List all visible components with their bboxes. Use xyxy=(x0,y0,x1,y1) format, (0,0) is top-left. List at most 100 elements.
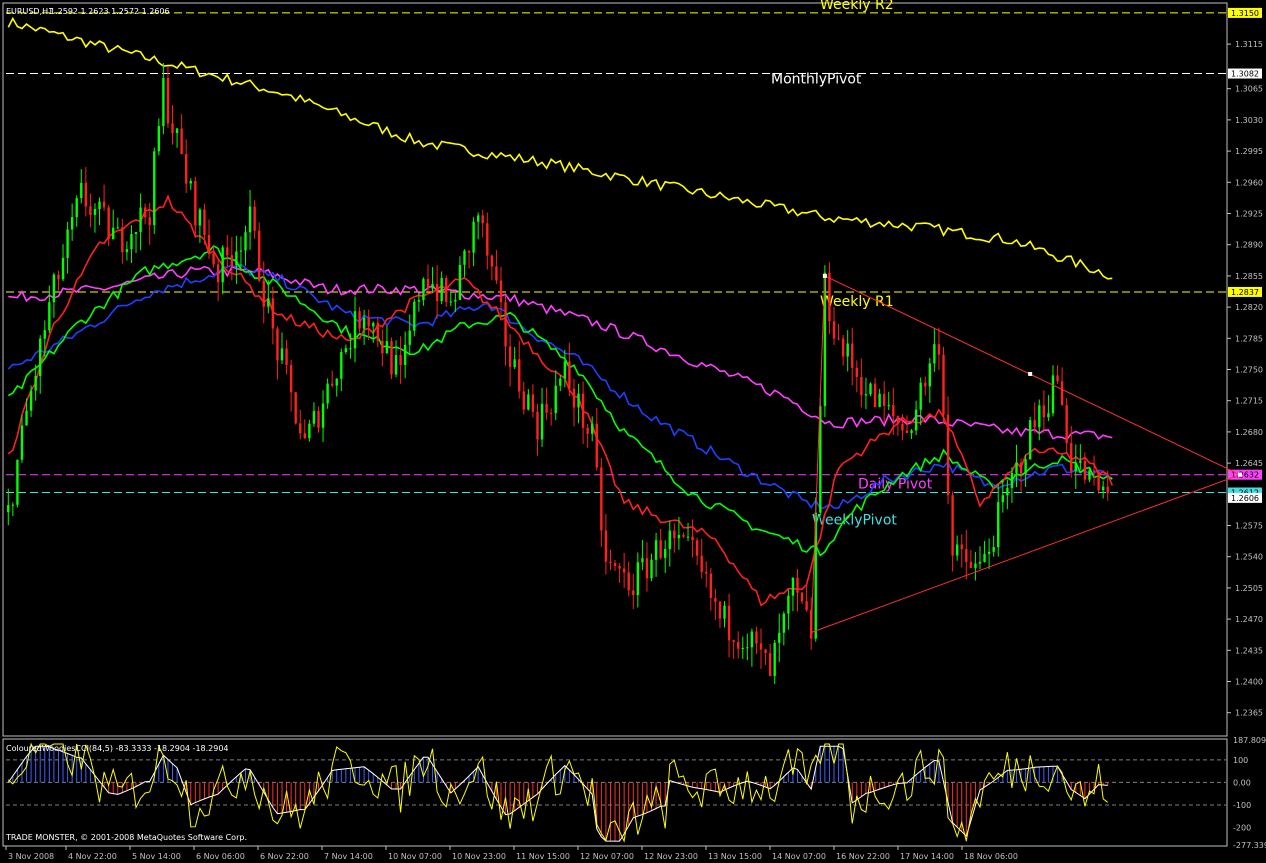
candle-body xyxy=(70,217,74,230)
candle-body xyxy=(449,301,452,303)
candle-body xyxy=(905,430,909,433)
candle-body xyxy=(910,430,913,433)
candle-body xyxy=(280,348,284,361)
candle-body xyxy=(759,643,763,650)
candle-body xyxy=(828,272,831,322)
candle-body xyxy=(732,640,735,642)
candle-body xyxy=(349,348,352,350)
candle-body xyxy=(673,530,676,539)
candle-body xyxy=(518,359,521,392)
candle-body xyxy=(221,247,224,283)
candle-body xyxy=(458,264,462,300)
time-tick-label: 13 Nov 15:00 xyxy=(708,852,762,861)
candle-body xyxy=(978,561,982,564)
candle-body xyxy=(175,128,179,134)
candle-body xyxy=(700,555,703,572)
candle-body xyxy=(253,206,256,231)
candle-body xyxy=(207,235,211,254)
candle-body xyxy=(568,361,571,389)
price-tick-label: 1.2715 xyxy=(1235,397,1263,406)
candle-body xyxy=(682,534,685,537)
candle-body xyxy=(1019,462,1023,474)
candle-body xyxy=(440,278,443,302)
candle-body xyxy=(755,631,758,644)
chart-header-ohlc: 1.2592 1.2623 1.2572 1.2606 xyxy=(50,7,170,16)
candle-body xyxy=(622,568,626,573)
candle-body xyxy=(216,264,220,283)
candle-body xyxy=(413,301,416,331)
price-tick-label: 1.3115 xyxy=(1235,40,1263,49)
candle-body xyxy=(581,393,585,428)
candle-body xyxy=(969,561,973,568)
price-tick-label: 1.2435 xyxy=(1235,646,1263,655)
candle-body xyxy=(84,182,88,207)
candle-body xyxy=(1088,470,1091,480)
candle-body xyxy=(677,534,681,539)
price-tick-label: 1.3030 xyxy=(1235,116,1263,125)
candle-body xyxy=(267,298,270,307)
candle-body xyxy=(239,250,243,252)
cci-tick-label: -277.3391 xyxy=(1233,841,1266,850)
candle-body xyxy=(1101,486,1105,491)
price-tick-label: 1.2505 xyxy=(1235,584,1263,593)
cci-tick-label: -200 xyxy=(1233,824,1251,833)
price-tick-label: 1.2365 xyxy=(1235,709,1263,718)
candle-body xyxy=(312,411,316,424)
candle-body xyxy=(796,577,799,593)
candle-body xyxy=(472,221,475,253)
price-tick-label: 1.2470 xyxy=(1235,615,1263,624)
candle-body xyxy=(860,377,863,396)
candle-body xyxy=(645,558,649,579)
cci-tick-label: 100 xyxy=(1233,756,1248,765)
candle-body xyxy=(75,198,78,218)
candle-body xyxy=(376,322,380,341)
candle-body xyxy=(1051,375,1055,414)
cci-tick-label: -100 xyxy=(1233,801,1251,810)
candle-body xyxy=(1038,405,1041,428)
level-price-label: 1.3082 xyxy=(1231,70,1259,79)
candle-body xyxy=(257,230,261,281)
candle-body xyxy=(549,412,553,414)
candle-body xyxy=(20,425,24,460)
candle-body xyxy=(983,553,986,562)
candle-body xyxy=(960,544,963,550)
candle-body xyxy=(80,182,83,199)
candle-body xyxy=(189,180,192,184)
candle-body xyxy=(235,251,238,266)
candle-body xyxy=(504,302,507,347)
level-name: Weekly R2 xyxy=(820,0,894,13)
candle-body xyxy=(1079,460,1082,463)
price-tick-label: 1.2645 xyxy=(1235,459,1263,468)
candle-body xyxy=(426,278,430,289)
candle-body xyxy=(499,280,503,303)
candle-body xyxy=(180,128,183,155)
candle-body xyxy=(102,201,106,208)
candle-body xyxy=(112,227,115,240)
price-tick-label: 1.2540 xyxy=(1235,553,1263,562)
candle-body xyxy=(226,247,229,256)
candle-body xyxy=(933,344,936,364)
candle-body xyxy=(66,229,69,258)
candle-body xyxy=(887,405,890,407)
candle-body xyxy=(399,355,402,365)
candle-body xyxy=(997,502,1000,548)
candle-body xyxy=(43,330,46,339)
candle-body xyxy=(153,151,156,226)
candle-body xyxy=(741,647,744,649)
candle-body xyxy=(1106,486,1109,494)
candle-body xyxy=(841,338,845,357)
candle-body xyxy=(495,266,498,281)
mt4-chart-window[interactable]: Weekly R2 1.3150 MonthlyPivot 1.3082 Weekly … xyxy=(0,0,1266,863)
time-tick-label: 16 Nov 22:00 xyxy=(836,852,890,861)
candle-body xyxy=(591,423,594,434)
candle-body xyxy=(490,255,494,267)
candle-body xyxy=(864,394,868,396)
candle-body xyxy=(750,631,754,648)
chart-header-symbol: EURUSD,H1 xyxy=(6,7,53,16)
candle-body xyxy=(527,394,530,410)
time-tick-label: 6 Nov 06:00 xyxy=(196,852,245,861)
time-tick-label: 4 Nov 22:00 xyxy=(68,852,117,861)
candle-body xyxy=(1024,459,1027,474)
candle-body xyxy=(1074,462,1077,472)
candle-body xyxy=(422,278,425,301)
